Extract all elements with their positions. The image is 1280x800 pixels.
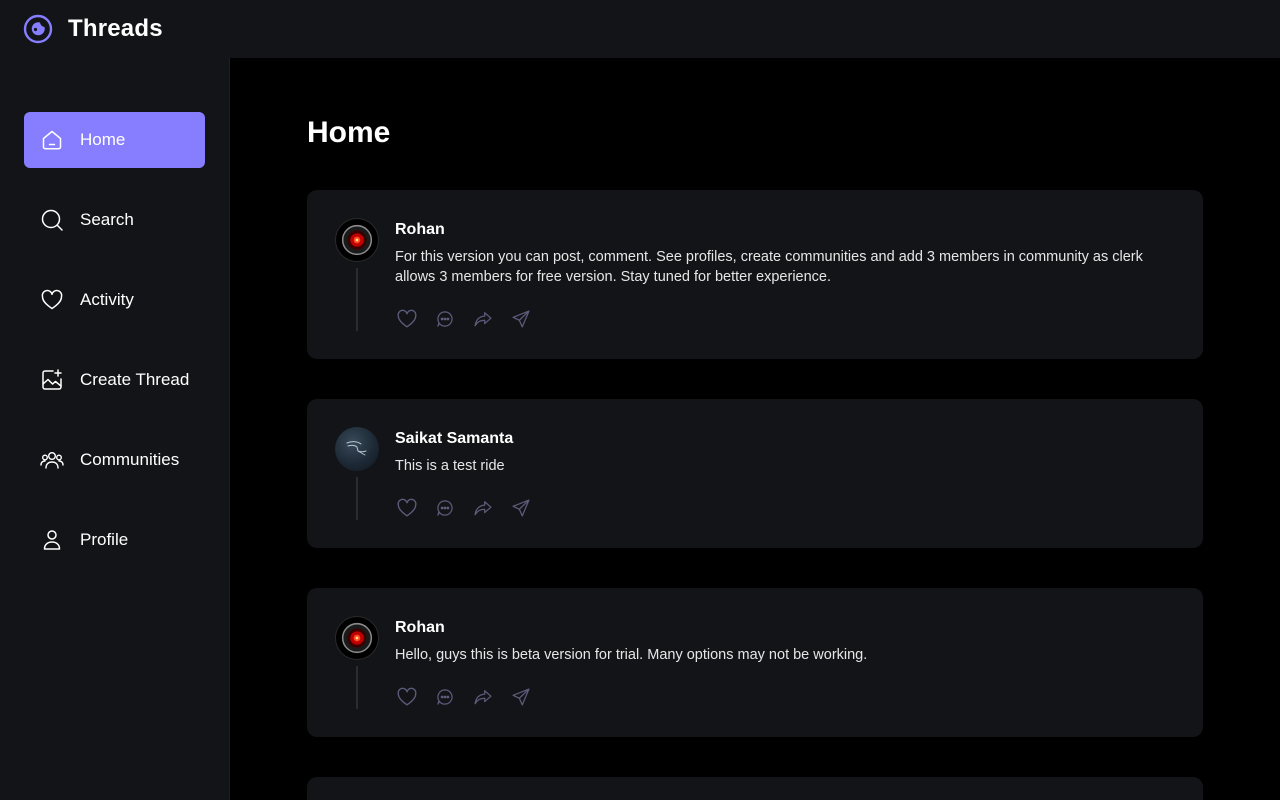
reply-icon[interactable] [433,307,457,331]
home-icon [40,128,64,152]
sidebar-item-home[interactable]: Home [24,112,205,168]
heart-icon[interactable] [395,496,419,520]
repost-icon[interactable] [471,685,495,709]
thread-left-column [335,616,379,709]
thread-left-column [335,427,379,520]
share-icon[interactable] [509,307,533,331]
thread-text: For this version you can post, comment. … [395,249,1143,285]
sidebar-item-create-thread[interactable]: Create Thread [24,352,205,408]
sidebar-item-profile[interactable]: Profile [24,512,205,568]
page-title: Home [307,116,391,149]
thread-line [356,268,358,331]
sidebar-item-communities[interactable]: Communities [24,432,205,488]
thread-author[interactable]: Rohan [395,619,1175,637]
user-icon [40,528,64,552]
thread-content: Rohan Hello, guys this is beta version f… [395,616,1175,709]
thread-line [356,477,358,520]
thread-card: Saikat Samanta This is a test ride [307,399,1203,548]
logo-icon[interactable] [23,14,53,44]
thread-line [356,666,358,709]
thread-author[interactable]: Saikat Samanta [395,430,1175,448]
thread-card: Rohan Hello, guys this is beta version f… [307,588,1203,737]
heart-icon [40,288,64,312]
repost-icon[interactable] [471,496,495,520]
thread-author[interactable]: Rohan [395,221,1175,239]
avatar[interactable] [335,427,379,471]
sidebar-item-search[interactable]: Search [24,192,205,248]
sidebar-item-label: Communities [80,450,180,469]
main-content: Home Rohan For this version you can post… [230,58,1280,800]
thread-text: Hello, guys this is beta version for tri… [395,647,868,663]
top-bar: Threads [0,0,1280,58]
share-icon[interactable] [509,496,533,520]
image-plus-icon [40,368,64,392]
sidebar-item-label: Create Thread [80,370,190,389]
search-icon [40,208,64,232]
thread-left-column [335,218,379,331]
sidebar-item-label: Activity [80,290,134,309]
left-sidebar: Home Search Activity Create Thread Commu… [0,58,230,800]
thread-actions [395,496,1175,520]
users-icon [40,448,64,472]
heart-icon[interactable] [395,685,419,709]
avatar[interactable] [335,616,379,660]
thread-content: Saikat Samanta This is a test ride [395,427,1175,520]
thread-actions [395,307,1175,331]
reply-icon[interactable] [433,685,457,709]
share-icon[interactable] [509,685,533,709]
sidebar-item-label: Profile [80,530,129,549]
thread-card: Rohan For this version you can post, com… [307,190,1203,359]
thread-actions [395,685,1175,709]
avatar[interactable] [335,218,379,262]
app-title[interactable]: Threads [68,15,163,43]
sidebar-item-label: Home [80,130,126,149]
thread-feed: Rohan For this version you can post, com… [307,190,1203,800]
sidebar-item-label: Search [80,210,134,229]
reply-icon[interactable] [433,496,457,520]
thread-text: This is a test ride [395,458,505,474]
heart-icon[interactable] [395,307,419,331]
sidebar-item-activity[interactable]: Activity [24,272,205,328]
thread-card [307,777,1203,800]
repost-icon[interactable] [471,307,495,331]
thread-content: Rohan For this version you can post, com… [395,218,1175,331]
